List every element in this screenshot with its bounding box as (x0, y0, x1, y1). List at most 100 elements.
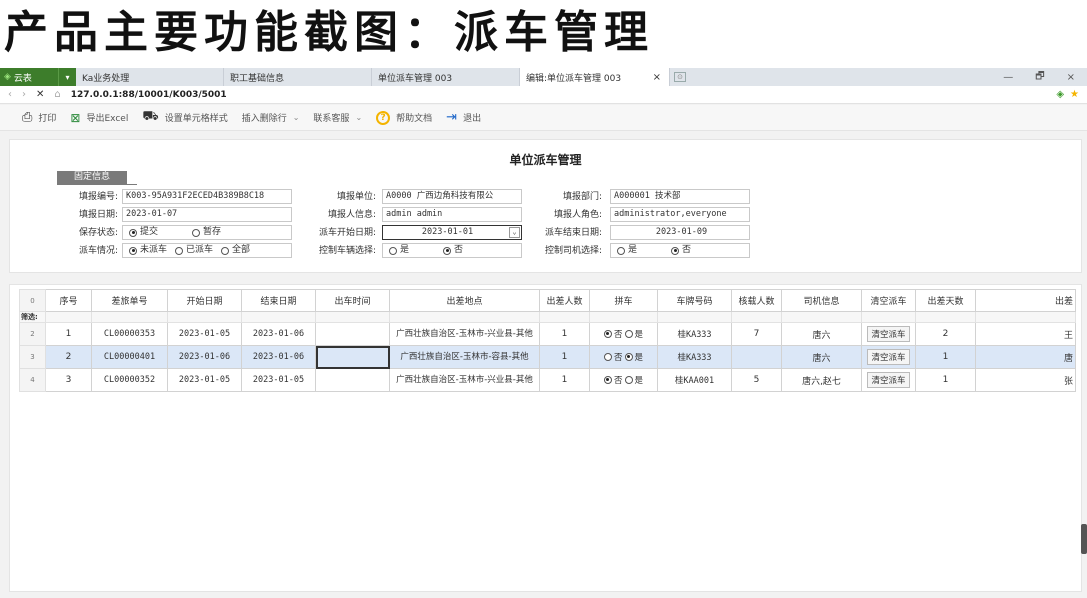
cell-capacity[interactable] (731, 345, 782, 369)
cell-driver[interactable]: 唐六 (781, 345, 862, 369)
radio-driver-yes[interactable]: 是 (617, 244, 637, 257)
col-header[interactable]: 出差 (975, 289, 1076, 312)
cell-location[interactable]: 广西壮族自治区-玉林市-兴业县-其他 (389, 368, 540, 392)
filter-cell[interactable] (975, 311, 1076, 323)
radio-vehicle-yes[interactable]: 是 (389, 244, 409, 257)
radio-yes-unchecked-icon[interactable] (624, 329, 633, 338)
cell-plate[interactable]: 桂KA333 (657, 322, 732, 346)
insert-delete-row-button[interactable]: 插入删除行 ⌄ (242, 111, 300, 124)
cell-seq[interactable]: 2 (45, 345, 92, 369)
table-row[interactable]: 4 3 CL00000352 2023-01-05 2023-01-05 广西壮… (19, 368, 1076, 392)
clear-dispatch-button[interactable]: 清空派车 (867, 349, 910, 365)
back-icon[interactable]: ‹ (8, 89, 12, 100)
cell-end-date[interactable]: 2023-01-05 (241, 368, 316, 392)
field-report-dept[interactable]: A000001 技术部 (610, 189, 750, 204)
col-header[interactable]: 出车时间 (315, 289, 390, 312)
radio-no-checked-icon[interactable] (603, 329, 612, 338)
field-dispatch-end[interactable]: 2023-01-09 (610, 225, 750, 240)
cell-capacity[interactable]: 7 (731, 322, 782, 346)
cell-depart-time[interactable] (315, 322, 390, 346)
radio-submit[interactable]: 提交 (129, 226, 158, 239)
filter-cell[interactable] (167, 311, 242, 323)
cell-people[interactable]: 1 (539, 345, 590, 369)
bookmark-star-icon[interactable]: ★ (1070, 89, 1079, 100)
col-header[interactable]: 序号 (45, 289, 92, 312)
filter-cell[interactable] (861, 311, 916, 323)
forward-icon[interactable]: › (22, 89, 26, 100)
tab-dispatch-list[interactable]: 单位派车管理 003 (372, 68, 520, 86)
filter-cell[interactable] (241, 311, 316, 323)
dispatch-start-select[interactable]: 2023-01-01 ⌄ (382, 225, 522, 240)
contact-support-button[interactable]: 联系客服 ⌄ (313, 111, 362, 124)
close-window-icon[interactable]: × (1067, 72, 1075, 83)
table-row-selected[interactable]: 3 2 CL00000401 2023-01-06 2023-01-06 广西壮… (19, 345, 1076, 369)
field-report-date[interactable]: 2023-01-07 (122, 207, 292, 222)
cell-location[interactable]: 广西壮族自治区-玉林市-容县-其他 (389, 345, 540, 369)
cell-start-date[interactable]: 2023-01-05 (167, 322, 242, 346)
cell-seq[interactable]: 1 (45, 322, 92, 346)
filter-cell[interactable] (539, 311, 590, 323)
col-header[interactable]: 拼车 (589, 289, 658, 312)
radio-driver-no[interactable]: 否 (671, 244, 691, 257)
radio-yes-unchecked-icon[interactable] (624, 375, 633, 384)
radio-no-checked-icon[interactable] (603, 375, 612, 384)
tab-ka-business[interactable]: Ka业务处理 (76, 68, 224, 86)
cell-location[interactable]: 广西壮族自治区-玉林市-兴业县-其他 (389, 322, 540, 346)
cell-end-date[interactable]: 2023-01-06 (241, 322, 316, 346)
clear-dispatch-button[interactable]: 清空派车 (867, 326, 910, 342)
clear-dispatch-button[interactable]: 清空派车 (867, 372, 910, 388)
new-tab-button[interactable]: ⊙ (670, 68, 690, 86)
field-report-no[interactable]: K003-95A931F2ECED4B389B8C18 (122, 189, 292, 204)
col-header[interactable]: 出差人数 (539, 289, 590, 312)
col-header[interactable]: 清空派车 (861, 289, 916, 312)
cell-start-date[interactable]: 2023-01-05 (167, 368, 242, 392)
cell-plate[interactable]: 桂KAA001 (657, 368, 732, 392)
filter-cell[interactable] (315, 311, 390, 323)
tab-dispatch-edit[interactable]: 编辑:单位派车管理 003 × (520, 68, 670, 86)
radio-yes-checked-icon[interactable] (624, 352, 633, 361)
cell-people[interactable]: 1 (539, 322, 590, 346)
stop-icon[interactable]: ✕ (36, 89, 44, 100)
app-menu-tab[interactable]: ◈ 云表 (0, 68, 58, 86)
table-row[interactable]: 2 1 CL00000353 2023-01-05 2023-01-06 广西壮… (19, 322, 1076, 346)
cell-extra[interactable]: 王 (975, 322, 1076, 346)
cell-driver[interactable]: 唐六 (781, 322, 862, 346)
col-header[interactable]: 出差天数 (915, 289, 976, 312)
cell-seq[interactable]: 3 (45, 368, 92, 392)
radio-vehicle-no[interactable]: 否 (443, 244, 463, 257)
home-icon[interactable]: ⌂ (54, 89, 60, 100)
cell-depart-time[interactable] (315, 368, 390, 392)
radio-all[interactable]: 全部 (221, 244, 250, 257)
cell-order-no[interactable]: CL00000352 (91, 368, 168, 392)
filter-cell[interactable] (91, 311, 168, 323)
filter-cell[interactable] (389, 311, 540, 323)
cell-days[interactable]: 2 (915, 322, 976, 346)
cell-days[interactable]: 1 (915, 368, 976, 392)
scrollbar-thumb[interactable] (1081, 524, 1087, 554)
field-reporter-role[interactable]: administrator,everyone (610, 207, 750, 222)
cell-days[interactable]: 1 (915, 345, 976, 369)
radio-not-dispatched[interactable]: 未派车 (129, 244, 167, 257)
app-dropdown-icon[interactable]: ▾ (58, 68, 76, 86)
close-tab-icon[interactable]: × (653, 72, 661, 83)
col-header[interactable]: 开始日期 (167, 289, 242, 312)
field-report-unit[interactable]: A0000 广西边角科技有限公 (382, 189, 522, 204)
col-header[interactable]: 核载人数 (731, 289, 782, 312)
exit-button[interactable]: ⇥ 退出 (446, 110, 481, 125)
field-reporter-info[interactable]: admin admin (382, 207, 522, 222)
cell-capacity[interactable]: 5 (731, 368, 782, 392)
cell-start-date[interactable]: 2023-01-06 (167, 345, 242, 369)
url-field[interactable]: 127.0.0.1:88/10001/K003/5001 (71, 90, 227, 100)
print-button[interactable]: ⎙ 打印 (22, 110, 56, 125)
cell-depart-time-focused[interactable] (315, 345, 390, 369)
cell-people[interactable]: 1 (539, 368, 590, 392)
col-header[interactable]: 司机信息 (781, 289, 862, 312)
help-doc-button[interactable]: ? 帮助文档 (376, 110, 432, 125)
radio-draft[interactable]: 暂存 (192, 226, 221, 239)
filter-cell[interactable] (45, 311, 92, 323)
filter-cell[interactable] (657, 311, 732, 323)
col-header[interactable]: 出差地点 (389, 289, 540, 312)
cell-order-no[interactable]: CL00000353 (91, 322, 168, 346)
minimize-icon[interactable]: — (1003, 72, 1013, 83)
restore-icon[interactable]: 🗗 (1035, 69, 1044, 86)
